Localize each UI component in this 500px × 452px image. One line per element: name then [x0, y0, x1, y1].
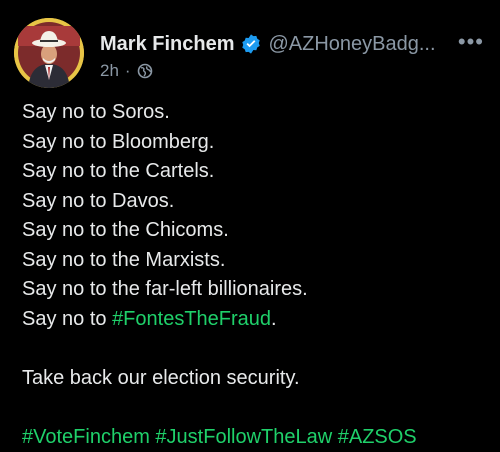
globe-icon	[137, 63, 153, 79]
post-header: Mark Finchem @AZHoneyBadg... •••	[100, 30, 484, 58]
author-avatar[interactable]	[14, 18, 84, 88]
post-line: Say no to the far-left billionaires.	[22, 275, 490, 305]
verified-badge-icon	[240, 33, 262, 55]
fontes-suffix: .	[271, 308, 277, 330]
post-line: Say no to Davos.	[22, 187, 490, 217]
post-line: Say no to the Marxists.	[22, 246, 490, 276]
post-line: Say no to Bloomberg.	[22, 128, 490, 158]
author-handle[interactable]: @AZHoneyBadg...	[268, 33, 435, 56]
fontes-prefix: Say no to	[22, 308, 112, 330]
paragraph-break	[22, 334, 490, 364]
hashtag-link[interactable]: #JustFollowTheLaw	[155, 426, 332, 448]
hashtag-link[interactable]: #AZSOS	[338, 426, 417, 448]
meta-separator: ·	[125, 61, 131, 81]
avatar-image	[14, 18, 84, 88]
hashtag-link[interactable]: #VoteFinchem	[22, 426, 150, 448]
post-line-fontes: Say no to #FontesTheFraud.	[22, 305, 490, 335]
paragraph-break	[22, 393, 490, 423]
post-meta: 2h ·	[100, 60, 153, 82]
author-name[interactable]: Mark Finchem	[100, 33, 234, 56]
post-line: Say no to Soros.	[22, 98, 490, 128]
more-options-icon[interactable]: •••	[458, 32, 484, 52]
post-line: Say no to the Chicoms.	[22, 216, 490, 246]
post-line: Say no to the Cartels.	[22, 157, 490, 187]
post-card: Mark Finchem @AZHoneyBadg... ••• 2h · Sa…	[0, 0, 500, 432]
hashtag-link[interactable]: #FontesTheFraud	[112, 308, 271, 330]
post-timestamp[interactable]: 2h	[100, 61, 119, 81]
hashtag-row: #VoteFinchem #JustFollowTheLaw #AZSOS	[22, 423, 490, 452]
post-body: Say no to Soros. Say no to Bloomberg. Sa…	[22, 98, 490, 452]
post-closing: Take back our election security.	[22, 364, 490, 394]
